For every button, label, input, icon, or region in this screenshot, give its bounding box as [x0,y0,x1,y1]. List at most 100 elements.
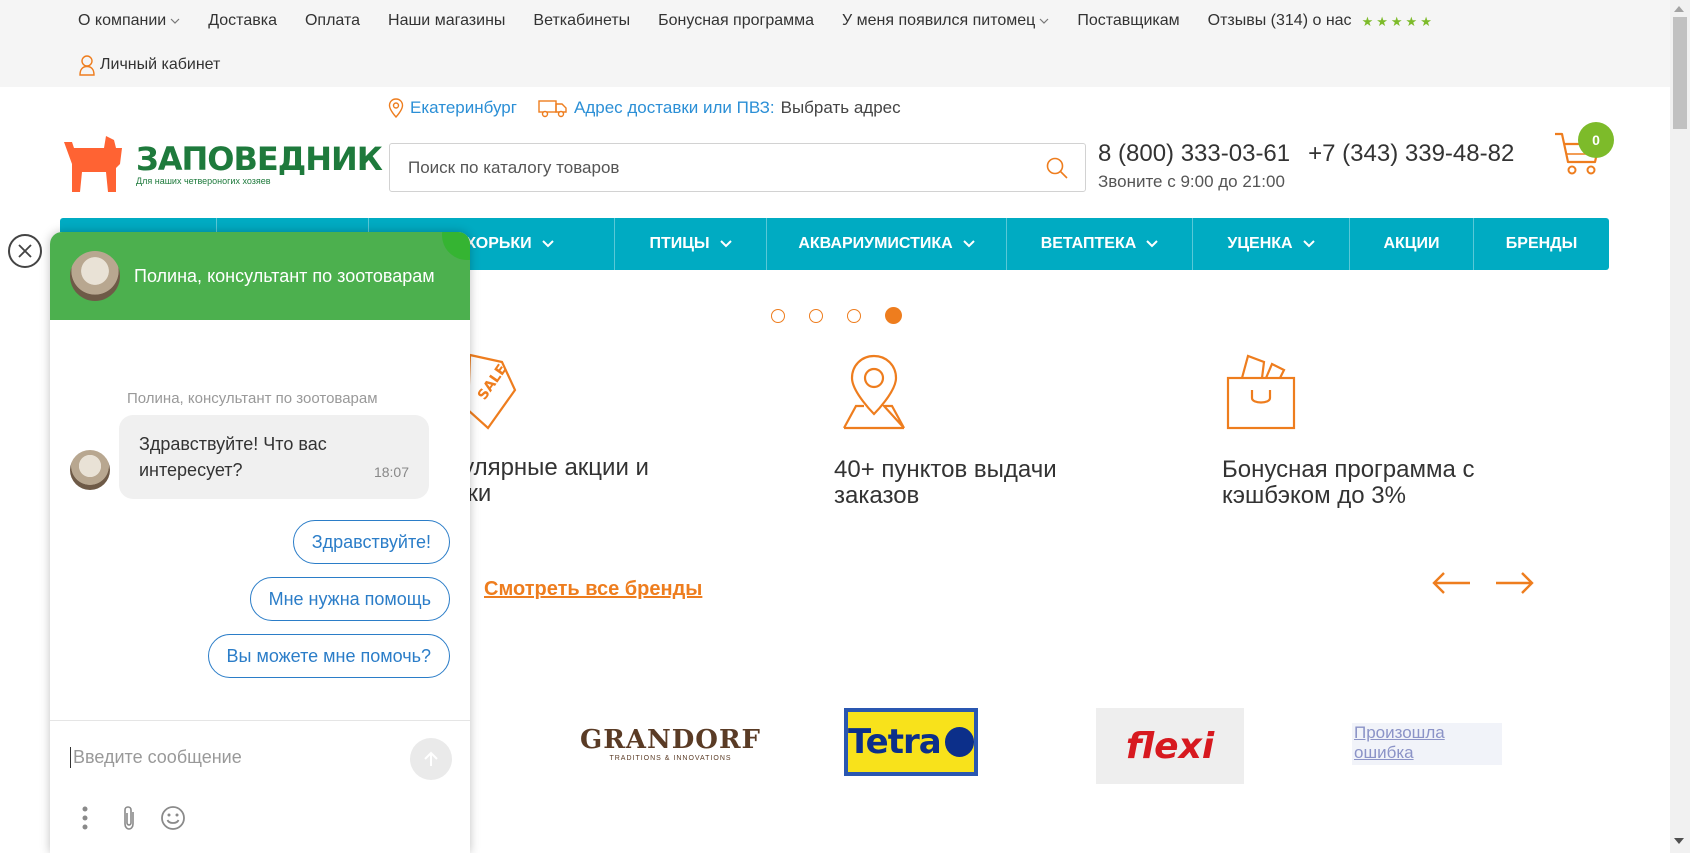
emoji-button[interactable] [160,805,186,831]
brand-load-error[interactable]: Произошла ошибка [1352,723,1502,765]
message-sender-label: Полина, консультант по зоотоварам [127,390,378,407]
fish-icon [944,727,974,757]
star-icon: ★ [1405,13,1418,29]
category-item-discount[interactable]: УЦЕНКА [1193,218,1350,270]
category-label: ВЕТАПТЕКА [1040,235,1137,252]
attach-file-button[interactable] [116,805,142,831]
topnav-stores-label: Наши магазины [388,12,506,29]
top-nav: О компании Доставка Оплата Наши магазины… [78,12,1432,30]
topnav-stores[interactable]: Наши магазины [388,12,505,30]
phone-2[interactable]: +7 (343) 339-48-82 [1308,140,1514,168]
quick-reply-button[interactable]: Здравствуйте! [292,520,450,564]
topnav-delivery[interactable]: Доставка [208,12,277,30]
city-label: Екатеринбург [410,98,517,117]
delivery-label: Адрес доставки или ПВЗ: [574,98,775,117]
topnav-suppliers[interactable]: Поставщикам [1077,12,1179,30]
message-time: 18:07 [373,464,409,480]
chat-close-button[interactable] [8,234,42,268]
scroll-up-arrow-icon[interactable] [1674,6,1684,12]
delivery-value: Выбрать адрес [780,98,901,117]
cart-count-badge: 0 [1578,122,1614,158]
category-label: УЦЕНКА [1227,235,1293,252]
chat-message-input[interactable] [70,747,380,768]
topnav-reviews[interactable]: Отзывы (314) о нас ★ ★ ★ ★ ★ [1208,12,1432,30]
brand-flexi[interactable]: flexi [1096,708,1244,784]
see-all-brands-link[interactable]: Смотреть все бренды [484,578,702,601]
shopping-bag-icon [1226,354,1296,430]
brand-grandorf-name: GRANDORF [580,725,762,755]
logo-name: ЗАПОВЕДНИК [136,140,383,178]
category-item-birds[interactable]: ПТИЦЫ [615,218,767,270]
chevron-down-icon [170,18,180,24]
message-avatar [70,450,110,490]
category-item-brands[interactable]: БРЕНДЫ [1474,218,1609,270]
send-button[interactable] [410,738,452,780]
chevron-down-icon [541,240,554,248]
logo-tagline: Для наших четвероногих хозяев [136,176,271,186]
category-label: ПТИЦЫ [649,235,710,252]
city-selector[interactable]: Екатеринбург [388,98,517,118]
scroll-down-arrow-icon[interactable] [1674,838,1684,844]
search-icon[interactable] [1045,156,1069,180]
phone-numbers: 8 (800) 333-03-61 +7 (343) 339-48-82 [1098,140,1514,168]
chat-toolbar [72,805,186,831]
category-item-vet-pharmacy[interactable]: ВЕТАПТЕКА [1007,218,1193,270]
phone-1[interactable]: 8 (800) 333-03-61 [1098,140,1290,168]
arrow-left-icon[interactable] [1432,570,1472,596]
message-text: Здравствуйте! Что вас интересует? [139,434,327,480]
cabinet-label: Личный кабинет [100,56,221,73]
brand-flexi-name: flexi [1125,725,1215,767]
topnav-about[interactable]: О компании [78,12,180,30]
category-item-promotions[interactable]: АКЦИИ [1350,218,1474,270]
topnav-reviews-label: Отзывы (314) о нас [1207,12,1352,29]
slider-dot[interactable] [847,308,861,323]
more-options-button[interactable] [72,805,98,831]
chat-widget: Полина, консультант по зоотоварам Полина… [50,232,470,853]
topnav-payment-label: Оплата [304,12,361,29]
svg-text:SALE: SALE [475,362,511,403]
brand-grandorf[interactable]: GRANDORF TRADITIONS & INNOVATIONS [580,725,761,762]
quick-reply-button[interactable]: Вы можете мне помочь? [207,634,450,678]
feature-bonus: Бонусная программа с кэшбэком до 3% [1222,352,1475,509]
star-icon: ★ [1420,13,1432,29]
call-hours: Звоните с 9:00 до 21:00 [1098,172,1285,191]
topnav-bonus-label: Бонусная программа [658,12,815,29]
feature-text-line2: кэшбэком до 3% [1222,482,1406,509]
arrow-right-icon[interactable] [1494,570,1534,596]
topnav-payment[interactable]: Оплата [305,12,360,30]
brand-tetra[interactable]: Tetra [844,708,978,776]
chevron-down-icon [962,240,975,248]
topnav-delivery-label: Доставка [208,12,277,29]
star-icon: ★ [1376,13,1388,29]
send-arrow-icon [424,751,438,766]
delivery-address-selector[interactable]: Адрес доставки или ПВЗ: Выбрать адрес [538,98,901,118]
chat-input-area [50,720,470,853]
star-icon: ★ [1361,13,1374,29]
slider-dot-active[interactable] [885,307,902,324]
slider-dots [771,307,902,324]
agent-avatar [70,251,120,301]
chevron-down-icon [1302,240,1315,248]
quick-reply-button[interactable]: Мне нужна помощь [249,577,450,621]
scrollbar-thumb[interactable] [1673,17,1687,129]
topnav-bonus[interactable]: Бонусная программа [658,12,814,30]
feature-text-line2: идки [440,481,649,507]
chat-title: Полина, консультант по зоотоварам [134,266,435,286]
site-logo[interactable]: ЗАПОВЕДНИК Для наших четвероногих хозяев [64,134,383,194]
map-pin-icon [843,354,905,430]
topnav-new-pet-label: У меня появился питомец [842,12,1036,29]
star-icon: ★ [1390,13,1403,29]
slider-dot[interactable] [809,308,823,323]
user-icon [79,55,95,76]
brand-grandorf-tag: TRADITIONS & INNOVATIONS [609,755,732,762]
category-item-aquarium[interactable]: АКВАРИУМИСТИКА [767,218,1007,270]
close-icon [18,244,32,258]
topnav-vet[interactable]: Веткабинеты [533,12,630,30]
personal-cabinet-link[interactable]: Личный кабинет [78,54,220,76]
search-input[interactable] [408,157,1045,178]
chevron-down-icon [719,240,732,248]
slider-dot[interactable] [771,308,785,323]
feature-pickup-points: 40+ пунктов выдачи заказов [834,352,1057,509]
topnav-new-pet[interactable]: У меня появился питомец [842,12,1049,30]
category-label: АКЦИИ [1383,235,1440,252]
